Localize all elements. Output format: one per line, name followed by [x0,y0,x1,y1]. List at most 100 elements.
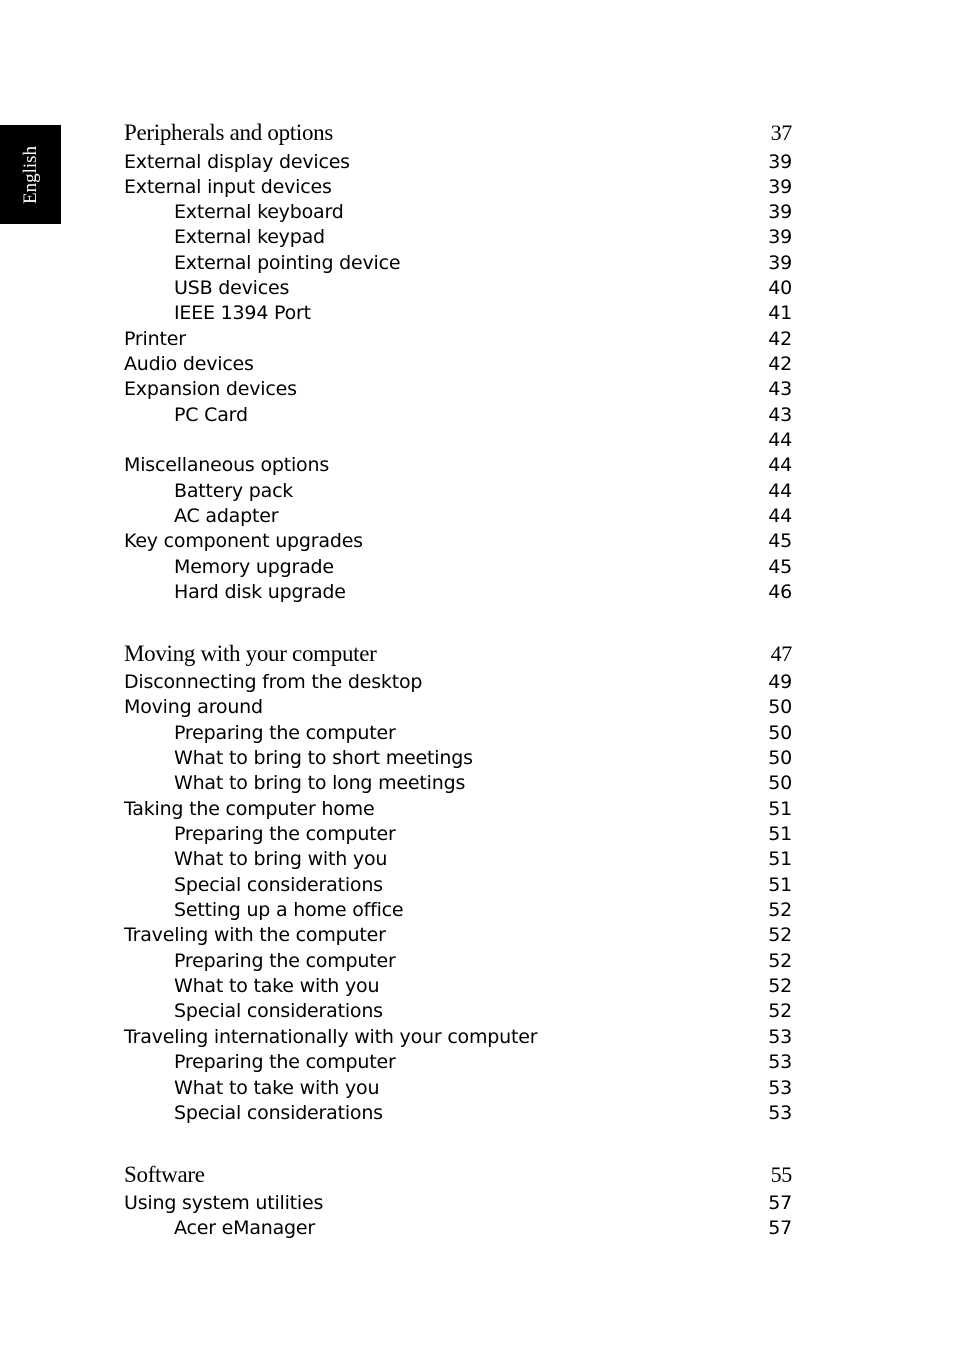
toc-entry-page: 47 [770,641,793,666]
toc-entry[interactable]: Preparing the computer 53 [124,1051,792,1076]
toc-entry[interactable]: Audio devices 42 [124,353,792,378]
toc-entry-title: Audio devices [124,353,254,375]
toc-entry[interactable]: Preparing the computer 51 [124,823,792,848]
toc-entry[interactable]: Using system utilities 57 [124,1192,792,1217]
toc-entry-title: What to bring with you [174,848,388,870]
toc-entry-title: USB devices [174,277,290,299]
language-label: English [19,145,41,204]
toc-entry-title: IEEE 1394 Port [174,302,311,324]
toc-entry-page: 51 [768,798,792,820]
toc-chapter[interactable]: Software 55 [124,1162,792,1187]
toc-entry-title: Setting up a home office [174,899,404,921]
toc-entry-page: 50 [768,772,792,794]
toc-entry-title: External pointing device [174,252,401,274]
toc-entry[interactable]: IEEE 1394 Port 41 [124,302,792,327]
toc-entry-title: Taking the computer home [124,798,375,820]
toc-chapter[interactable]: Moving with your computer 47 [124,641,792,666]
toc-entry-title: Battery pack [174,480,294,502]
toc-entry[interactable]: Acer eManager 57 [124,1217,792,1242]
toc-entry-title: Special considerations [174,874,383,896]
toc-entry-title: External display devices [124,151,350,173]
toc-entry-page: 53 [768,1026,792,1048]
toc-entry-title: Preparing the computer [174,950,396,972]
toc-entry-page: 50 [768,747,792,769]
toc-chapter[interactable]: Peripherals and options 37 [124,120,792,145]
toc-entry-title: Hard disk upgrade [174,581,346,603]
toc-entry-title: Software [124,1162,205,1187]
toc-entry-page: 51 [768,848,792,870]
toc-entry-page: 57 [768,1217,792,1239]
toc-entry-page: 43 [768,378,792,400]
toc-entry[interactable]: Miscellaneous options 44 [124,454,792,479]
toc-entry[interactable]: What to bring with you 51 [124,848,792,873]
toc-entry-title: What to take with you [174,975,380,997]
toc-entry[interactable]: Traveling internationally with your comp… [124,1026,792,1051]
toc-entry-page: 44 [768,454,792,476]
toc-entry[interactable]: External keyboard 39 [124,201,792,226]
toc-entry[interactable]: Preparing the computer 52 [124,950,792,975]
toc-entry-page: 44 [768,480,792,502]
toc-entry[interactable]: External pointing device 39 [124,252,792,277]
toc-entry-page: 42 [768,328,792,350]
toc-entry[interactable]: Special considerations 53 [124,1102,792,1127]
toc-entry-page: 39 [768,226,792,248]
toc-entry[interactable]: What to bring to long meetings 50 [124,772,792,797]
toc-entry[interactable]: Memory upgrade 45 [124,556,792,581]
toc-entry-page: 52 [768,950,792,972]
toc-entry[interactable]: Special considerations 52 [124,1000,792,1025]
toc-entry-page: 53 [768,1102,792,1124]
toc-entry[interactable]: Taking the computer home 51 [124,798,792,823]
toc-entry[interactable]: USB devices 40 [124,277,792,302]
toc-entry[interactable]: Printer 42 [124,328,792,353]
toc-entry[interactable]: External display devices 39 [124,151,792,176]
toc-entry-page: 45 [768,556,792,578]
toc-entry[interactable]: 44 [124,429,792,454]
toc-entry-title: Disconnecting from the desktop [124,671,423,693]
toc-entry-title: Acer eManager [174,1217,316,1239]
toc-entry[interactable]: Expansion devices 43 [124,378,792,403]
toc-entry-page: 50 [768,722,792,744]
toc-entry-title: External keyboard [174,201,344,223]
toc-entry-title: Miscellaneous options [124,454,330,476]
toc-entry-title: Traveling internationally with your comp… [124,1026,538,1048]
toc-entry-title: Special considerations [174,1000,383,1022]
toc-entry[interactable]: Hard disk upgrade 46 [124,581,792,606]
toc-entry-title: What to take with you [174,1077,380,1099]
toc-entry[interactable]: External keypad 39 [124,226,792,251]
toc-entry[interactable]: What to bring to short meetings 50 [124,747,792,772]
toc-entry[interactable]: Special considerations 51 [124,874,792,899]
toc-entry[interactable]: Disconnecting from the desktop 49 [124,671,792,696]
toc-entry-page: 43 [768,404,792,426]
toc-entry-title: Memory upgrade [174,556,334,578]
toc-entry-page: 39 [768,151,792,173]
toc-entry-page: 37 [770,120,793,145]
toc-entry[interactable]: Battery pack 44 [124,480,792,505]
toc-entry-page: 52 [768,924,792,946]
toc-entry[interactable]: Preparing the computer 50 [124,722,792,747]
language-side-tab: English [0,125,61,224]
toc-entry[interactable]: Key component upgrades 45 [124,530,792,555]
toc-entry-title: Preparing the computer [174,722,396,744]
toc-entry[interactable]: What to take with you 53 [124,1077,792,1102]
toc-entry-title: What to bring to long meetings [174,772,466,794]
toc-entry-page: 53 [768,1051,792,1073]
toc-entry-page: 39 [768,201,792,223]
toc-entry-title: Peripherals and options [124,120,334,145]
toc-entry-title: PC Card [174,404,248,426]
toc-entry-title: Moving around [124,696,263,718]
toc-entry[interactable]: Moving around 50 [124,696,792,721]
toc-entry-page: 41 [768,302,792,324]
toc-entry[interactable]: What to take with you 52 [124,975,792,1000]
toc-entry-page: 39 [768,252,792,274]
toc-entry-page: 50 [768,696,792,718]
toc-entry[interactable]: Setting up a home office 52 [124,899,792,924]
toc-entry[interactable]: AC adapter 44 [124,505,792,530]
toc-entry[interactable]: PC Card 43 [124,404,792,429]
toc-entry-title: Using system utilities [124,1192,324,1214]
toc-entry[interactable]: Traveling with the computer 52 [124,924,792,949]
toc-entry-page: 52 [768,899,792,921]
toc-entry-title: AC adapter [174,505,279,527]
toc-entry-title: Preparing the computer [174,1051,396,1073]
toc-entry[interactable]: External input devices 39 [124,176,792,201]
toc-entry-page: 46 [768,581,792,603]
